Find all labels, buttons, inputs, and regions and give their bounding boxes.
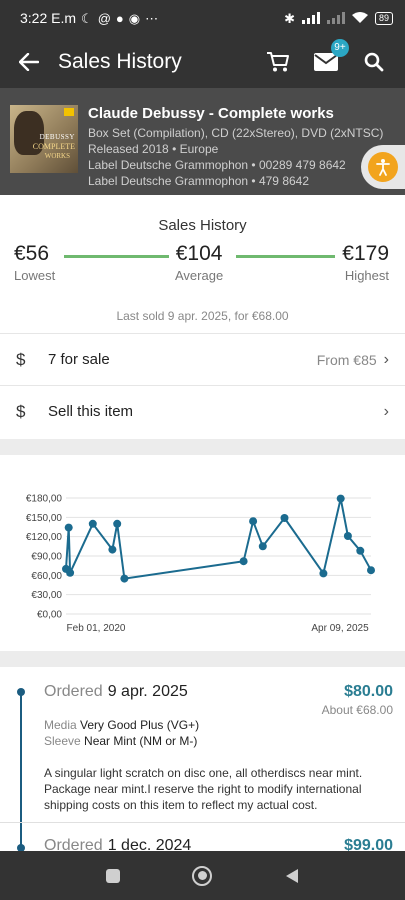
sale-point[interactable]: [66, 568, 75, 577]
dollar-icon: $: [16, 349, 26, 369]
timeline-dot: [17, 688, 25, 696]
status-time: 3:22 E.m: [20, 10, 77, 26]
app-bar: Sales History 9+: [0, 36, 405, 88]
accessibility-button[interactable]: [361, 145, 405, 189]
mail-button[interactable]: 9+: [309, 39, 349, 79]
bluetooth-icon: ✱: [284, 10, 295, 26]
at-icon: @: [97, 10, 111, 26]
back-triangle-icon[interactable]: [285, 868, 299, 884]
y-tick-label: €60,00: [31, 571, 62, 582]
system-nav-bar: [0, 851, 405, 900]
sale-point[interactable]: [239, 557, 248, 566]
price-series-line: [65, 497, 372, 580]
order-label: Ordered: [44, 837, 103, 851]
price-chart: €180,00 €150,00 €120,00 €90,00 €60,00 €30,00 €…: [0, 455, 405, 651]
summary-heading: Sales History: [158, 217, 247, 234]
media-condition: Media Very Good Plus (VG+): [44, 718, 200, 732]
back-button[interactable]: [0, 36, 58, 88]
search-button[interactable]: [357, 45, 391, 79]
notification-badge: 9+: [331, 39, 349, 57]
price-chart-svg: €180,00 €150,00 €120,00 €90,00 €60,00 €30,00 €…: [26, 494, 375, 634]
price-range-line: [236, 255, 335, 258]
order-date: 9 apr. 2025: [107, 683, 188, 700]
album-cover: DEBUSSY COMPLETE WORKS: [10, 105, 78, 173]
y-tick-label: €30,00: [31, 590, 62, 601]
battery-icon: 89: [374, 11, 393, 25]
y-tick-label: €150,00: [26, 513, 63, 524]
chevron-right-icon: ›: [383, 402, 389, 420]
search-icon: [364, 52, 384, 72]
page-title: Sales History: [58, 50, 182, 73]
dollar-icon: $: [16, 401, 26, 421]
accessibility-icon: [376, 159, 390, 176]
highest-price: €179 Highest: [342, 242, 389, 283]
release-label: Label Deutsche Grammophon • 00289 479 86…: [88, 158, 346, 172]
orders-timeline: Ordered 9 apr. 2025 $80.00 About €68.00 …: [0, 667, 405, 851]
order-entry[interactable]: Ordered 9 apr. 2025 $80.00 About €68.00 …: [44, 683, 393, 813]
y-tick-label: €180,00: [26, 494, 63, 505]
sale-point[interactable]: [249, 517, 258, 526]
sale-point[interactable]: [88, 519, 97, 528]
release-format: Box Set (Compilation), CD (22xStereo), D…: [88, 126, 384, 140]
release-date: Released 2018 • Europe: [88, 142, 219, 156]
moon-icon: ☾: [81, 10, 93, 26]
sale-point[interactable]: [343, 532, 352, 540]
sale-point[interactable]: [367, 566, 375, 575]
overflow-icon: ⋯: [145, 10, 159, 26]
last-sold-text: Last sold 9 apr. 2025, for €68.00: [116, 309, 289, 323]
y-tick-label: €90,00: [31, 552, 62, 563]
sale-point[interactable]: [108, 545, 117, 554]
chat-icon: ●: [115, 10, 124, 26]
sell-item-label: Sell this item: [48, 403, 134, 420]
recent-apps-button[interactable]: [106, 868, 121, 883]
y-tick-label: €0,00: [37, 610, 62, 621]
release-label: Label Deutsche Grammophon • 479 8642: [88, 174, 310, 188]
for-sale-row[interactable]: $ 7 for sale From €85 ›: [0, 333, 405, 385]
order-label: Ordered: [44, 683, 103, 700]
sale-point[interactable]: [64, 523, 73, 532]
sell-item-row[interactable]: $ Sell this item ›: [0, 385, 405, 437]
timeline-line: [20, 691, 22, 851]
sale-point[interactable]: [356, 546, 365, 555]
order-price: $80.00: [344, 683, 393, 700]
sleeve-condition: Sleeve Near Mint (NM or M-): [44, 734, 198, 748]
release-header[interactable]: DEBUSSY COMPLETE WORKS Claude Debussy - …: [0, 88, 405, 195]
order-comment: A singular light scratch on disc one, al…: [44, 766, 363, 812]
wifi-icon: [351, 12, 368, 23]
lowest-price: €56 Lowest: [14, 242, 56, 283]
back-arrow-icon: [19, 53, 39, 71]
x-tick-label: Apr 09, 2025: [311, 623, 369, 634]
timeline-dot: [17, 844, 25, 851]
sale-point[interactable]: [319, 569, 328, 578]
signal-icon: [326, 12, 345, 24]
order-date: 1 dec. 2024: [107, 837, 192, 851]
sale-point[interactable]: [336, 494, 345, 503]
order-entry[interactable]: Ordered 1 dec. 2024 $99.00: [44, 837, 393, 851]
order-converted-price: About €68.00: [321, 703, 393, 717]
status-bar: 3:22 E.m ☾ @ ● ◉ ⋯ ✱ 89: [0, 0, 405, 36]
for-sale-count: 7 for sale: [48, 351, 110, 368]
divider: [0, 822, 405, 823]
sale-point[interactable]: [113, 519, 122, 528]
chevron-right-icon: ›: [383, 350, 389, 368]
record-icon: ◉: [128, 10, 141, 26]
price-range-line: [64, 255, 169, 258]
sale-point[interactable]: [258, 542, 267, 551]
sale-point[interactable]: [280, 514, 289, 522]
for-sale-from-price: From €85: [316, 351, 377, 368]
y-tick-label: €120,00: [26, 532, 63, 543]
x-tick-label: Feb 01, 2020: [67, 623, 126, 634]
cart-button[interactable]: [261, 45, 295, 79]
signal-icon: [301, 12, 320, 24]
cart-icon: [267, 52, 289, 72]
average-price: €104 Average: [175, 242, 224, 283]
sales-summary: Sales History €56 Lowest €104 Average €1…: [0, 195, 405, 439]
home-button[interactable]: [192, 865, 213, 886]
release-title: Claude Debussy - Complete works: [88, 105, 334, 122]
order-price: $99.00: [344, 837, 393, 851]
sale-point[interactable]: [120, 574, 129, 583]
